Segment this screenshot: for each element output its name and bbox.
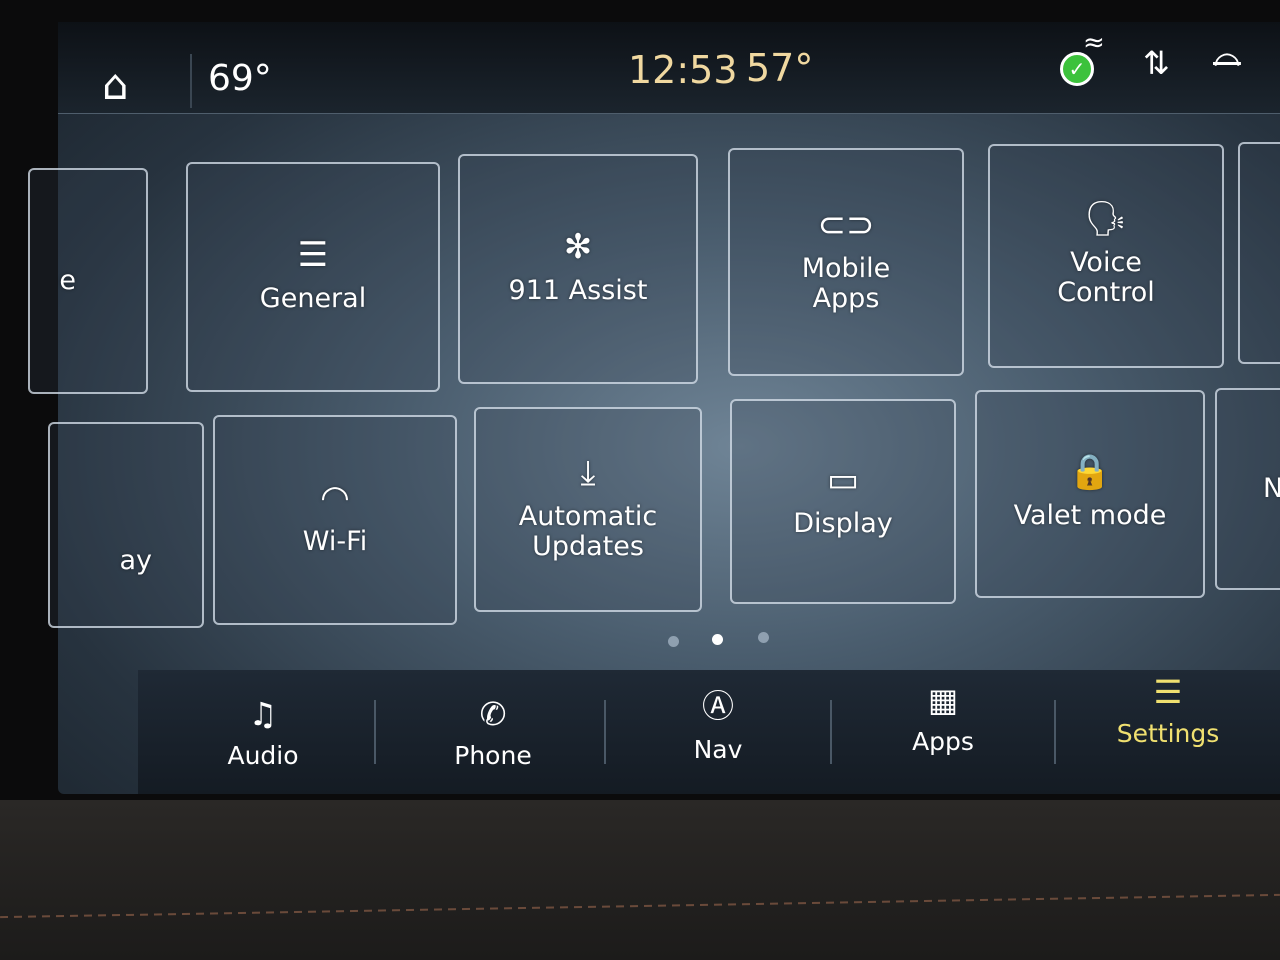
nav-settings[interactable]: ☰ Settings xyxy=(1083,648,1253,772)
tile-label: N xyxy=(1263,473,1280,504)
interior-temp[interactable]: 69° xyxy=(208,58,272,99)
wifi-off-icon[interactable]: ◠ xyxy=(1213,44,1241,82)
tile-label: e xyxy=(59,265,76,296)
link-icon: ⊂⊃ xyxy=(817,205,875,245)
settings-sliders-icon: ☰ xyxy=(1153,672,1183,711)
infotainment-screen: ⌂ 69° 12:53 57° ✓ ≈ ⇅ ◠ e ☰ General ✻ 911 … xyxy=(28,22,1280,794)
tile-partial-right-2[interactable]: N xyxy=(1215,388,1280,590)
tile-label: General xyxy=(259,283,367,314)
tile-label: Wi-Fi xyxy=(302,526,368,557)
divider xyxy=(604,700,606,764)
tile-voice-control[interactable]: 🗣 Voice Control xyxy=(988,144,1224,368)
clock: 12:53 xyxy=(628,48,738,92)
display-icon: ▭ xyxy=(826,459,860,500)
tile-label: Mobile Apps xyxy=(801,253,891,314)
nav-audio[interactable]: ♫ Audio xyxy=(178,670,348,794)
nav-label: Settings xyxy=(1116,718,1220,748)
signal-waves-icon: ≈ xyxy=(1083,28,1105,58)
status-bar: ⌂ 69° 12:53 57° ✓ ≈ ⇅ ◠ xyxy=(58,22,1280,114)
navigation-icon: Ⓐ xyxy=(701,686,734,725)
bottom-nav-bar: ♫ Audio ✆ Phone Ⓐ Nav ▦ Apps ☰ Settings xyxy=(138,670,1280,794)
page-dot-2-active[interactable] xyxy=(712,634,723,645)
tile-partial-right-1[interactable] xyxy=(1238,142,1280,364)
music-note-icon: ♫ xyxy=(248,694,278,733)
tile-label: Voice Control xyxy=(1057,247,1155,308)
divider xyxy=(374,700,376,764)
voice-icon: 🗣 xyxy=(1084,199,1128,239)
tile-label: Valet mode xyxy=(1013,500,1167,531)
tile-label: Display xyxy=(793,507,893,539)
tile-911-assist[interactable]: ✻ 911 Assist xyxy=(458,154,698,384)
data-transfer-icon[interactable]: ⇅ xyxy=(1143,44,1170,82)
tile-label: Automatic Updates xyxy=(518,500,658,562)
nav-label: Apps xyxy=(912,726,974,756)
tile-general[interactable]: ☰ General xyxy=(186,162,440,392)
nav-phone[interactable]: ✆ Phone xyxy=(408,670,578,794)
tile-valet-mode[interactable]: 🔒 Valet mode xyxy=(975,390,1205,598)
divider xyxy=(1054,700,1056,764)
tile-display[interactable]: ▭ Display xyxy=(730,399,956,604)
page-dot-3[interactable] xyxy=(758,632,769,643)
divider xyxy=(190,54,192,108)
tile-partial-left-2[interactable]: ay xyxy=(48,422,204,628)
tile-automatic-updates[interactable]: ⤓ Automatic Updates xyxy=(474,407,702,612)
divider xyxy=(830,700,832,764)
asterisk-icon: ✻ xyxy=(563,227,593,267)
download-icon: ⤓ xyxy=(580,452,596,493)
apps-grid-icon: ▦ xyxy=(927,680,959,719)
nav-label: Audio xyxy=(227,740,299,770)
tile-label: 911 Assist xyxy=(508,275,648,306)
page-dot-1[interactable] xyxy=(668,636,679,647)
home-icon[interactable]: ⌂ xyxy=(102,60,129,109)
nav-label: Nav xyxy=(693,734,743,764)
tile-wifi[interactable]: ◠ Wi-Fi xyxy=(213,415,457,625)
sliders-icon: ☰ xyxy=(297,235,329,275)
tile-label: ay xyxy=(119,545,152,576)
tile-partial-left-1[interactable]: e xyxy=(28,168,148,394)
outside-temp: 57° xyxy=(746,46,814,90)
wifi-icon: ◠ xyxy=(320,478,350,518)
nav-nav[interactable]: Ⓐ Nav xyxy=(633,660,803,784)
tile-mobile-apps[interactable]: ⊂⊃ Mobile Apps xyxy=(728,148,964,376)
valet-lock-icon: 🔒 xyxy=(1068,452,1112,492)
nav-apps[interactable]: ▦ Apps xyxy=(858,656,1028,780)
phone-icon: ✆ xyxy=(479,694,507,733)
nav-label: Phone xyxy=(454,740,532,770)
dashboard xyxy=(0,800,1280,960)
